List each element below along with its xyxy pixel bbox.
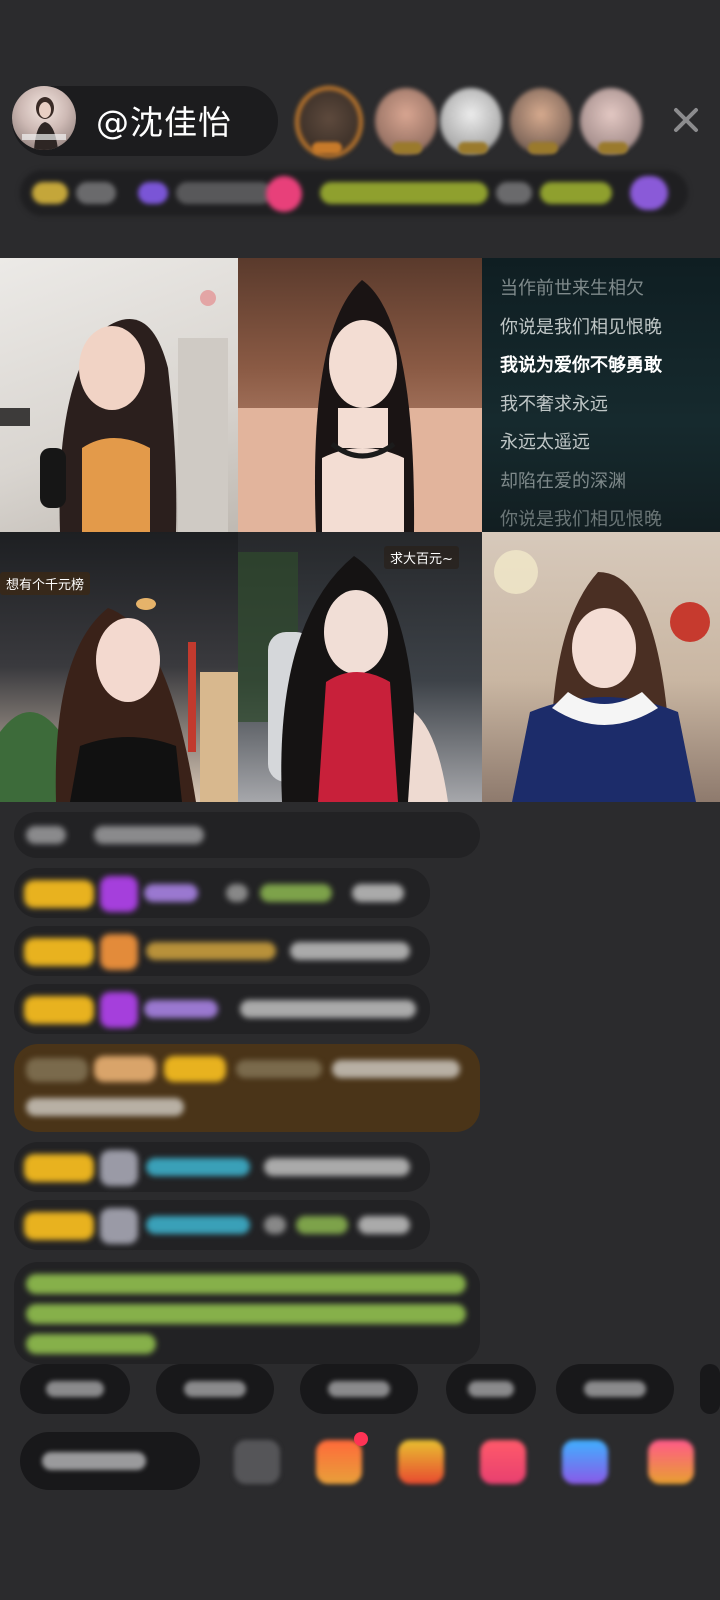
hot-tag-separator: [496, 182, 532, 204]
user-medal-icon: [100, 1150, 138, 1186]
heart-icon[interactable]: [480, 1440, 526, 1484]
lyric-line: 你说是我们相见恨晚: [500, 316, 662, 338]
viewer-rank-badge: [598, 142, 628, 154]
chat-message[interactable]: [14, 926, 430, 976]
user-level-badge: [24, 938, 94, 966]
hot-tag: [540, 182, 612, 204]
chat-input[interactable]: [20, 1432, 200, 1490]
activity-icon[interactable]: [630, 176, 668, 210]
lyric-line: 你说是我们相见恨晚: [500, 509, 662, 530]
host-name: @沈佳怡: [96, 103, 232, 142]
guest-video-tile-1[interactable]: [0, 258, 238, 532]
quick-reply-chip[interactable]: [20, 1364, 130, 1414]
lyric-line: 永远太遥远: [500, 432, 590, 453]
rank-icon: [32, 182, 68, 204]
chat-message-highlight[interactable]: [14, 1044, 480, 1132]
quick-reply-chip[interactable]: [446, 1364, 536, 1414]
game-controller-icon[interactable]: [562, 1440, 608, 1484]
quick-reply-chip[interactable]: [700, 1364, 720, 1414]
emoji-icon[interactable]: [234, 1440, 280, 1484]
guest-video-tile-4[interactable]: 想有个千元榜: [0, 532, 238, 802]
chat-message[interactable]: [14, 984, 430, 1034]
lyrics-list: 当作前世来生相欠 你说是我们相见恨晚 我说为爱你不够勇敢 我不奢求永远 永远太遥…: [500, 274, 710, 532]
viewer-rank-badge: [312, 142, 342, 154]
rank-text: [76, 182, 116, 204]
fan-club-icon: [138, 182, 168, 204]
close-icon[interactable]: [668, 102, 704, 138]
user-level-badge: [24, 880, 94, 908]
guest-video-tile-2[interactable]: [238, 258, 482, 532]
live-info-bar[interactable]: [20, 170, 688, 216]
guest-tag: 想有个千元榜: [0, 572, 91, 595]
multi-guest-video-grid: 当作前世来生相欠 你说是我们相见恨晚 我说为爱你不够勇敢 我不奢求永远 永远太遥…: [0, 258, 720, 802]
red-packet-icon[interactable]: [398, 1440, 444, 1484]
gem-icon: [100, 876, 138, 912]
heart-icon[interactable]: [266, 176, 302, 212]
guest-tag: 求大百元~: [384, 546, 459, 569]
lyrics-panel: 当作前世来生相欠 你说是我们相见恨晚 我说为爱你不够勇敢 我不奢求永远 永远太遥…: [482, 258, 720, 532]
lyric-line-current: 我说为爱你不够勇敢: [500, 355, 662, 376]
user-medal-icon: [100, 1208, 138, 1244]
guest-video-tile-5[interactable]: 求大百元~: [238, 532, 482, 802]
chat-message-announcement: [14, 1262, 480, 1364]
viewer-rank-badge: [458, 142, 488, 154]
user-level-badge: [24, 1212, 94, 1240]
chat-message[interactable]: [14, 1200, 430, 1250]
user-level-badge: [24, 996, 94, 1024]
lyric-line: 当作前世来生相欠: [500, 278, 644, 299]
viewer-rank-badge: [392, 142, 422, 154]
quick-reply-chip[interactable]: [556, 1364, 674, 1414]
host-avatar[interactable]: [12, 86, 76, 150]
fan-club-text: [176, 182, 272, 204]
chat-message[interactable]: [14, 868, 430, 918]
chat-message-system: [14, 812, 480, 858]
gem-icon: [100, 992, 138, 1028]
guest-video-tile-6[interactable]: [482, 532, 720, 802]
viewer-rank-badge: [528, 142, 558, 154]
quick-reply-chip[interactable]: [300, 1364, 418, 1414]
user-level-badge: [24, 1154, 94, 1182]
hot-tags: [320, 182, 488, 204]
gift-box-icon[interactable]: [316, 1440, 362, 1484]
notification-dot: [354, 1432, 368, 1446]
quick-reply-chip[interactable]: [156, 1364, 274, 1414]
lyric-line: 我不奢求永远: [500, 393, 608, 415]
chat-message[interactable]: [14, 1142, 430, 1192]
user-medal-icon: [100, 934, 138, 970]
lyric-line: 却陷在爱的深渊: [500, 470, 626, 492]
grid-icon[interactable]: [648, 1440, 694, 1484]
